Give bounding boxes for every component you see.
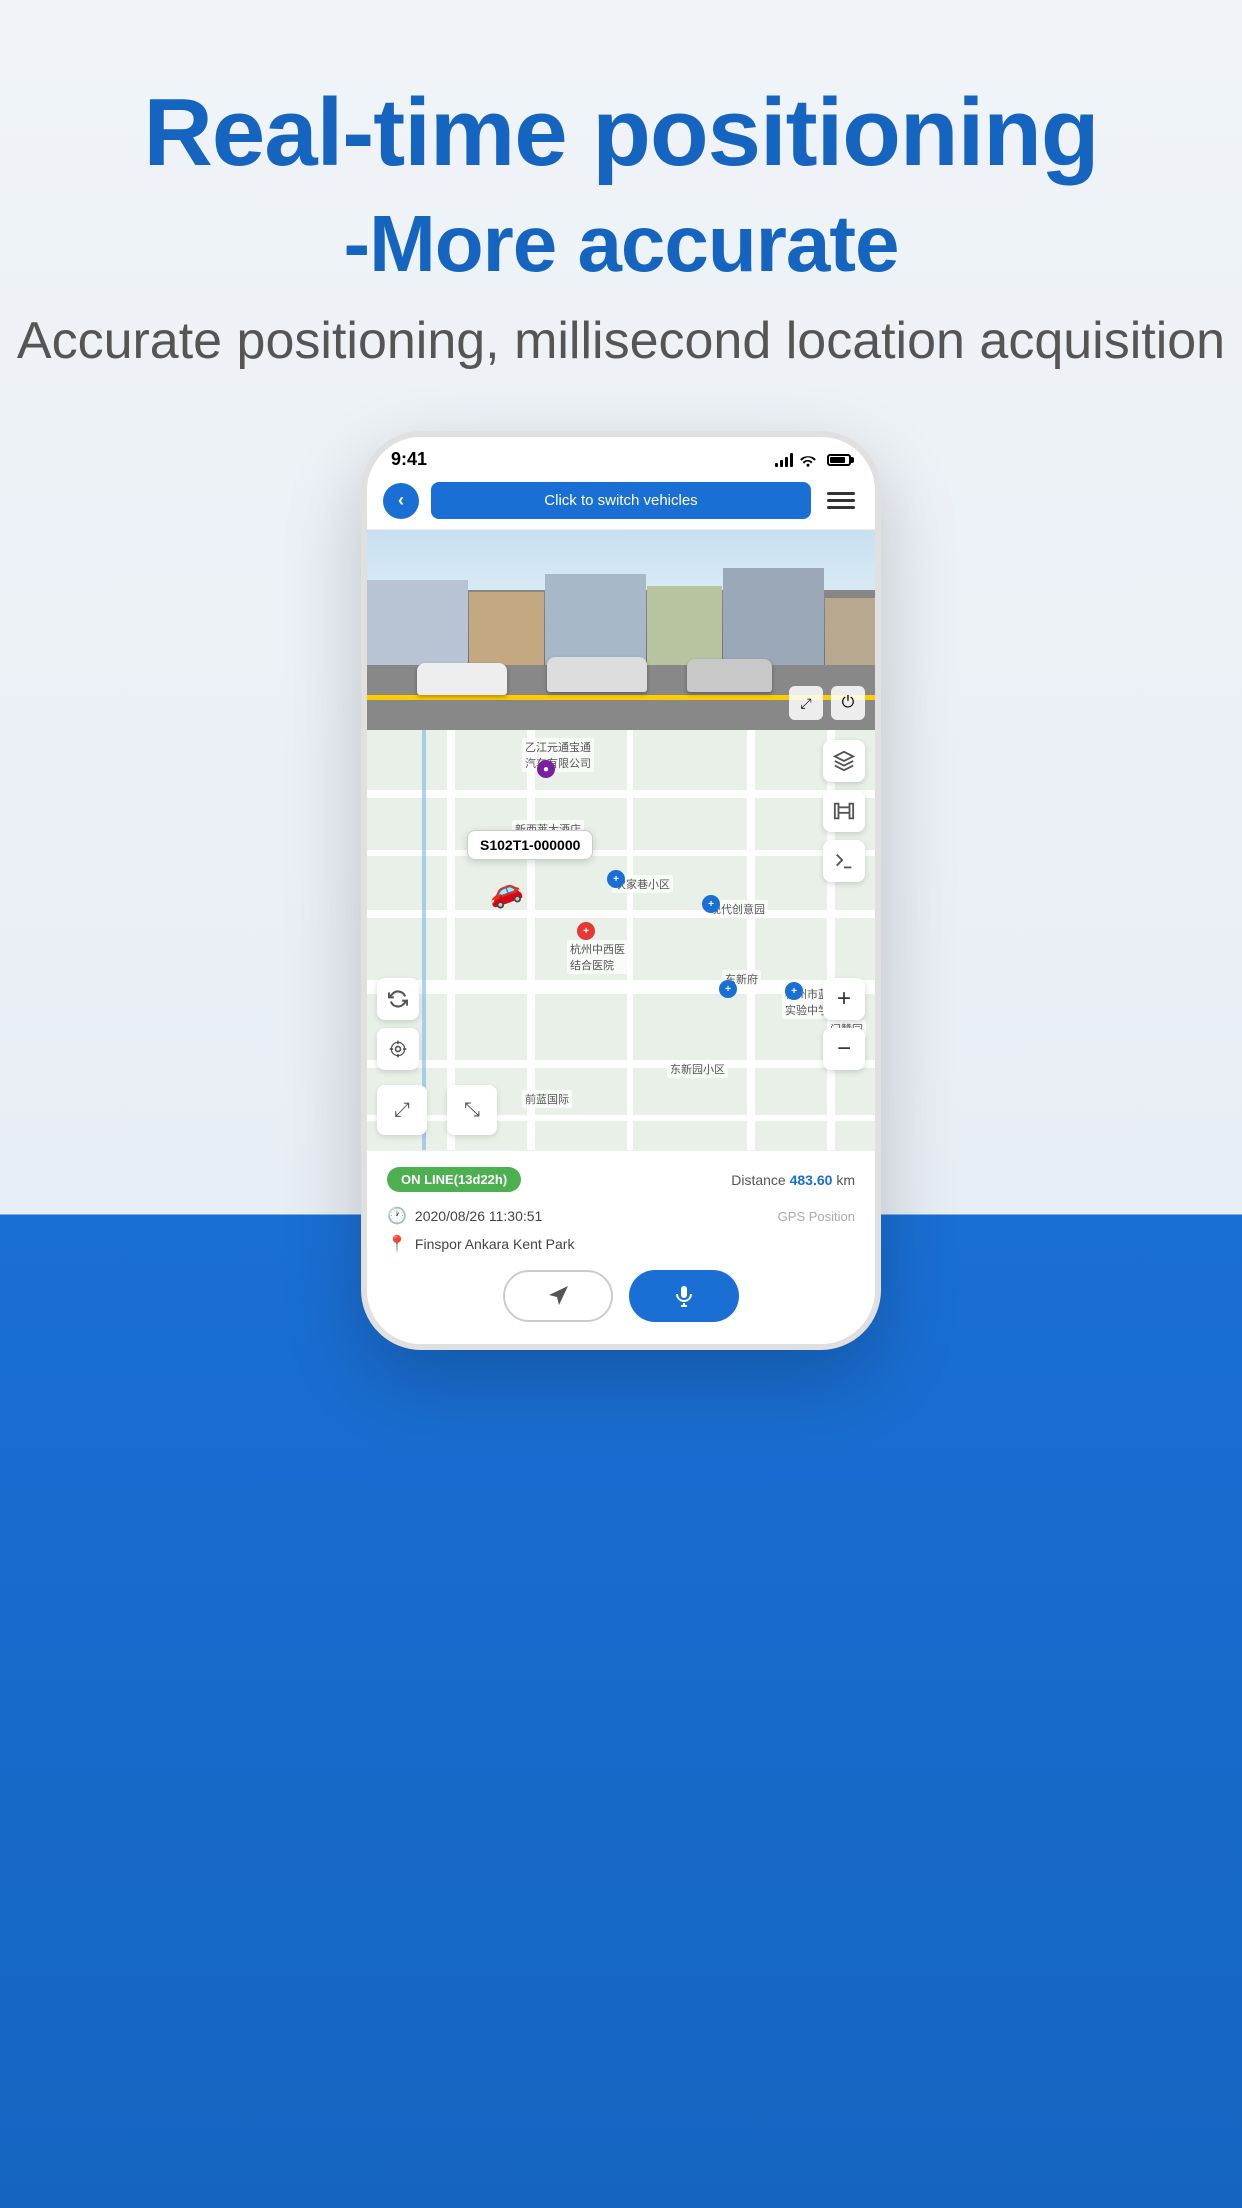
- map-controls-left: [377, 978, 419, 1070]
- page-wrapper: Real-time positioning -More accurate Acc…: [0, 0, 1242, 1350]
- map-label-1: 乙江元通宝通汽车有限公司: [522, 738, 594, 772]
- car-3: [687, 659, 772, 692]
- split-view-button[interactable]: ⤡: [447, 1085, 497, 1135]
- distance-text: Distance 483.60 km: [731, 1172, 855, 1188]
- clock-icon: 🕐: [387, 1206, 407, 1226]
- power-icon: ⏻: [842, 694, 855, 712]
- fence-icon: [833, 800, 855, 822]
- road-h2: [367, 850, 875, 856]
- navigate-icon: [546, 1284, 570, 1308]
- road-v3: [627, 730, 633, 1150]
- terminal-button[interactable]: [823, 840, 865, 882]
- datetime-row: 🕐 2020/08/26 11:30:51 GPS Position: [387, 1206, 855, 1226]
- info-panel: ON LINE(13d22h) Distance 483.60 km 🕐 202…: [367, 1150, 875, 1344]
- road-h3: [367, 910, 875, 918]
- map-area: 乙江元通宝通汽车有限公司 新西莱大酒店 次家巷小区 现代创意园 杭州中西医结合医…: [367, 730, 875, 1150]
- location-icon: [388, 1039, 408, 1059]
- street-view-controls: ⤢ ⏻: [789, 686, 865, 720]
- datetime-text: 2020/08/26 11:30:51: [415, 1208, 770, 1224]
- car-2: [547, 657, 647, 692]
- battery-icon: [827, 454, 851, 466]
- status-time: 9:41: [391, 449, 427, 470]
- road-h5: [367, 1060, 875, 1068]
- car-1: [417, 663, 507, 695]
- switch-vehicles-tooltip[interactable]: Click to switch vehicles: [431, 482, 811, 519]
- mic-button[interactable]: [629, 1270, 739, 1322]
- map-label-10: 前蓝国际: [522, 1090, 572, 1108]
- refresh-icon: [388, 989, 408, 1009]
- expand-icon: ⤢: [800, 695, 811, 712]
- road-h1: [367, 790, 875, 798]
- refresh-button[interactable]: [377, 978, 419, 1020]
- expand-street-view-button[interactable]: ⤢: [789, 686, 823, 720]
- zoom-out-button[interactable]: −: [823, 1028, 865, 1070]
- layers-icon: [833, 750, 855, 772]
- mic-icon: [672, 1284, 696, 1308]
- map-label-5: 杭州中西医结合医院: [567, 940, 628, 974]
- poi-1: ●: [537, 760, 555, 778]
- online-badge: ON LINE(13d22h): [387, 1167, 521, 1192]
- buildings: [367, 550, 875, 670]
- menu-button[interactable]: [823, 483, 859, 519]
- back-icon: ‹: [398, 490, 404, 511]
- fence-button[interactable]: [823, 790, 865, 832]
- power-button[interactable]: ⏻: [831, 686, 865, 720]
- road-v4: [747, 730, 755, 1150]
- poi-hospital: +: [577, 922, 595, 940]
- location-row: 📍 Finspor Ankara Kent Park: [387, 1234, 855, 1254]
- status-icons: [775, 453, 851, 467]
- wifi-icon: [799, 453, 817, 467]
- gps-badge: GPS Position: [778, 1209, 855, 1224]
- status-row: ON LINE(13d22h) Distance 483.60 km: [387, 1167, 855, 1192]
- zoom-controls: + −: [823, 978, 865, 1070]
- expand-buttons: ⤢ ⤡: [377, 1085, 497, 1135]
- road-v2: [527, 730, 535, 1150]
- location-text: Finspor Ankara Kent Park: [415, 1236, 855, 1252]
- expand-map-button[interactable]: ⤢: [377, 1085, 427, 1135]
- vehicle-label: S102T1-000000: [467, 830, 593, 860]
- nav-bar: ‹ Click to switch vehicles: [367, 474, 875, 530]
- map-controls-right: [823, 740, 865, 882]
- back-button[interactable]: ‹: [383, 483, 419, 519]
- navigate-button[interactable]: [503, 1270, 613, 1322]
- status-bar: 9:41: [367, 437, 875, 474]
- terminal-icon: [833, 850, 855, 872]
- action-buttons: [387, 1270, 855, 1328]
- signal-icon: [775, 453, 793, 467]
- poi-4: +: [719, 980, 737, 998]
- map-label-9: 东新园小区: [667, 1060, 728, 1078]
- distance-value: 483.60: [790, 1172, 833, 1188]
- layers-button[interactable]: [823, 740, 865, 782]
- pin-icon: 📍: [387, 1234, 407, 1254]
- street-view: ⤢ ⏻: [367, 530, 875, 730]
- hero-subtitle: Accurate positioning, millisecond locati…: [17, 311, 1225, 371]
- zoom-in-button[interactable]: +: [823, 978, 865, 1020]
- phone-mockup: 9:41 ‹ Click to switch vehicles: [361, 431, 881, 1350]
- hero-title: Real-time positioning -More accurate: [143, 80, 1098, 291]
- vehicle-icon: 🚗: [482, 870, 526, 913]
- location-button[interactable]: [377, 1028, 419, 1070]
